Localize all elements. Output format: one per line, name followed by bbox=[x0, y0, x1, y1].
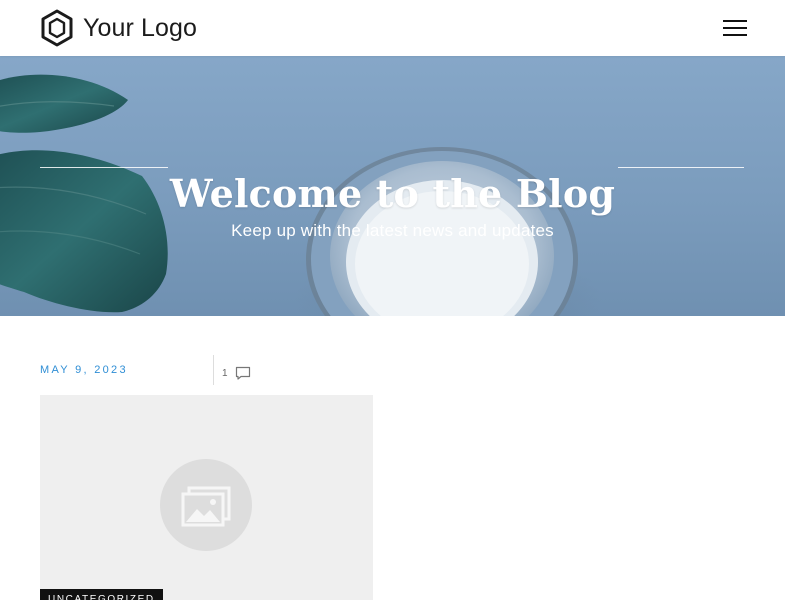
category-badge[interactable]: UNCATEGORIZED bbox=[40, 589, 163, 600]
comment-icon bbox=[235, 366, 250, 380]
comments-link[interactable]: 1 bbox=[222, 365, 251, 381]
logo-text: Your Logo bbox=[83, 13, 197, 42]
hero-banner: Welcome to the Blog Keep up with the lat… bbox=[0, 56, 785, 316]
hamburger-menu-icon[interactable] bbox=[718, 16, 752, 40]
menu-line-bottom bbox=[723, 34, 747, 36]
site-header: Your Logo bbox=[0, 0, 785, 56]
hero-subtitle: Keep up with the latest news and updates bbox=[231, 221, 554, 240]
hero-divider-right bbox=[618, 167, 744, 168]
image-placeholder-icon bbox=[160, 459, 252, 551]
post-meta: MAY 9, 2023 1 bbox=[40, 355, 373, 385]
meta-divider bbox=[213, 355, 214, 385]
post-thumbnail[interactable]: UNCATEGORIZED bbox=[40, 395, 373, 600]
site-logo[interactable]: Your Logo bbox=[40, 9, 197, 47]
menu-line-middle bbox=[723, 27, 747, 29]
hero-divider-left bbox=[40, 167, 168, 168]
comment-count: 1 bbox=[222, 367, 228, 379]
post-date: MAY 9, 2023 bbox=[40, 364, 128, 376]
blog-page: Your Logo Welcome to the Blog Keep up wi… bbox=[0, 0, 785, 600]
menu-line-top bbox=[723, 20, 747, 22]
hero-title: Welcome to the Blog bbox=[169, 171, 616, 217]
post-card: MAY 9, 2023 1 UNCATEGORIZED bbox=[40, 355, 373, 600]
hexagon-logo-icon bbox=[41, 9, 73, 47]
